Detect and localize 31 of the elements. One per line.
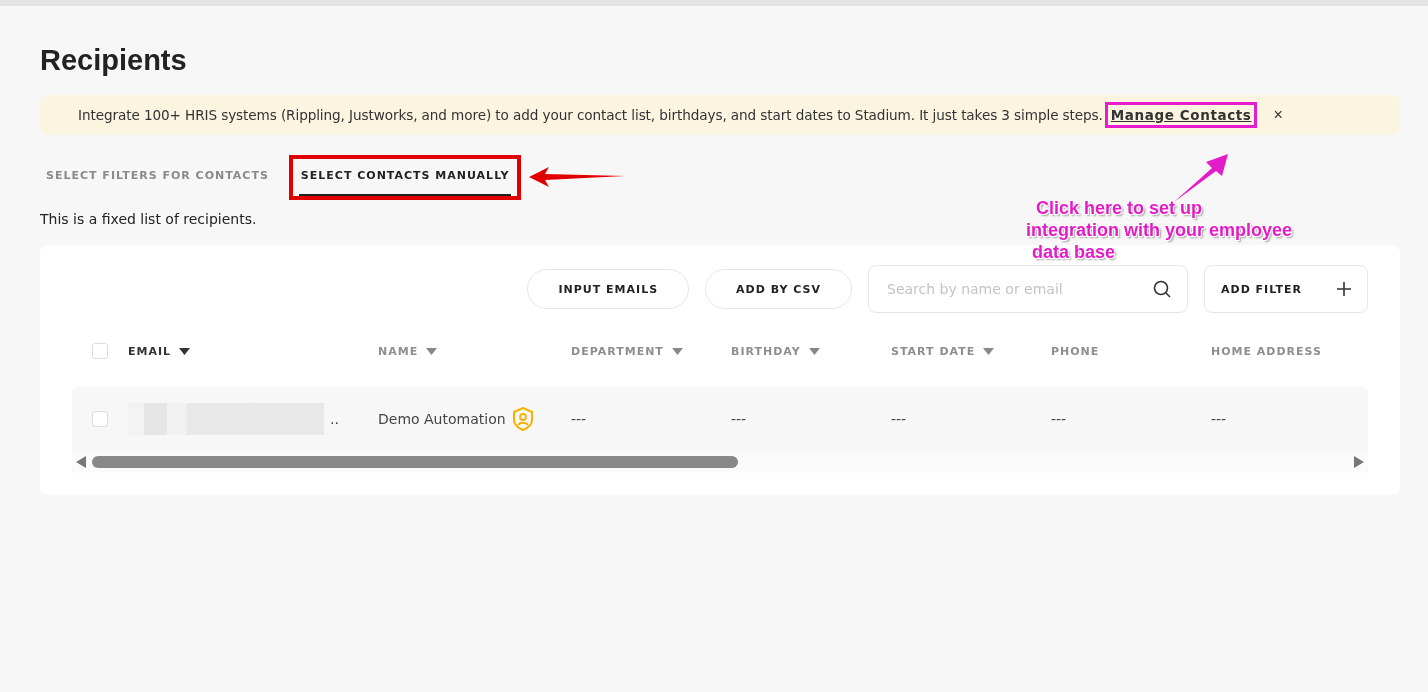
horizontal-scrollbar[interactable] (72, 451, 1368, 473)
search-box[interactable]: Search by name or email (868, 265, 1188, 313)
table-cell-text: --- (1211, 411, 1228, 427)
plus-icon (1337, 282, 1351, 296)
manage-contacts-link[interactable]: Manage Contacts (1110, 107, 1252, 123)
search-icon (1153, 280, 1171, 298)
table-cell-text: --- (891, 411, 908, 427)
scroll-left-icon[interactable] (76, 456, 86, 468)
checkbox[interactable] (92, 411, 108, 427)
banner-text: Integrate 100+ HRIS systems (Rippling, Justworks, and more) to add your contact list, birthdays, and start dates to Stadium. It just takes 3 simple steps. (78, 107, 1103, 123)
annotation-text: Click here to set up (1036, 198, 1203, 218)
sort-caret-icon[interactable] (179, 347, 191, 355)
description-text: This is a fixed list of recipients. (40, 211, 257, 227)
table-cell-text: --- (731, 411, 748, 427)
close-button[interactable]: × (1269, 106, 1287, 124)
table-cell-text: --- (1051, 411, 1068, 427)
checkbox[interactable] (92, 343, 108, 359)
annotation-text: integration with your employee (1026, 220, 1293, 240)
page-title: Recipients (40, 44, 188, 77)
table-cell-text: --- (571, 411, 588, 427)
table-cell: Demo Automation (378, 407, 571, 431)
tab[interactable]: SELECT CONTACTS MANUALLY (298, 158, 512, 196)
action-button[interactable]: ADD BY CSV (705, 269, 852, 309)
annotation-text: data base (1032, 242, 1116, 262)
scroll-right-icon[interactable] (1354, 456, 1364, 468)
table-row[interactable]: .. Demo Automation --- --- --- --- --- (72, 387, 1368, 451)
table-cell: .. (128, 403, 378, 435)
add-filter-button[interactable]: ADD FILTER (1204, 265, 1368, 313)
shield-user-icon (511, 407, 534, 431)
action-button[interactable]: INPUT EMAILS (527, 269, 690, 309)
column-header[interactable]: EMAIL (128, 344, 378, 358)
